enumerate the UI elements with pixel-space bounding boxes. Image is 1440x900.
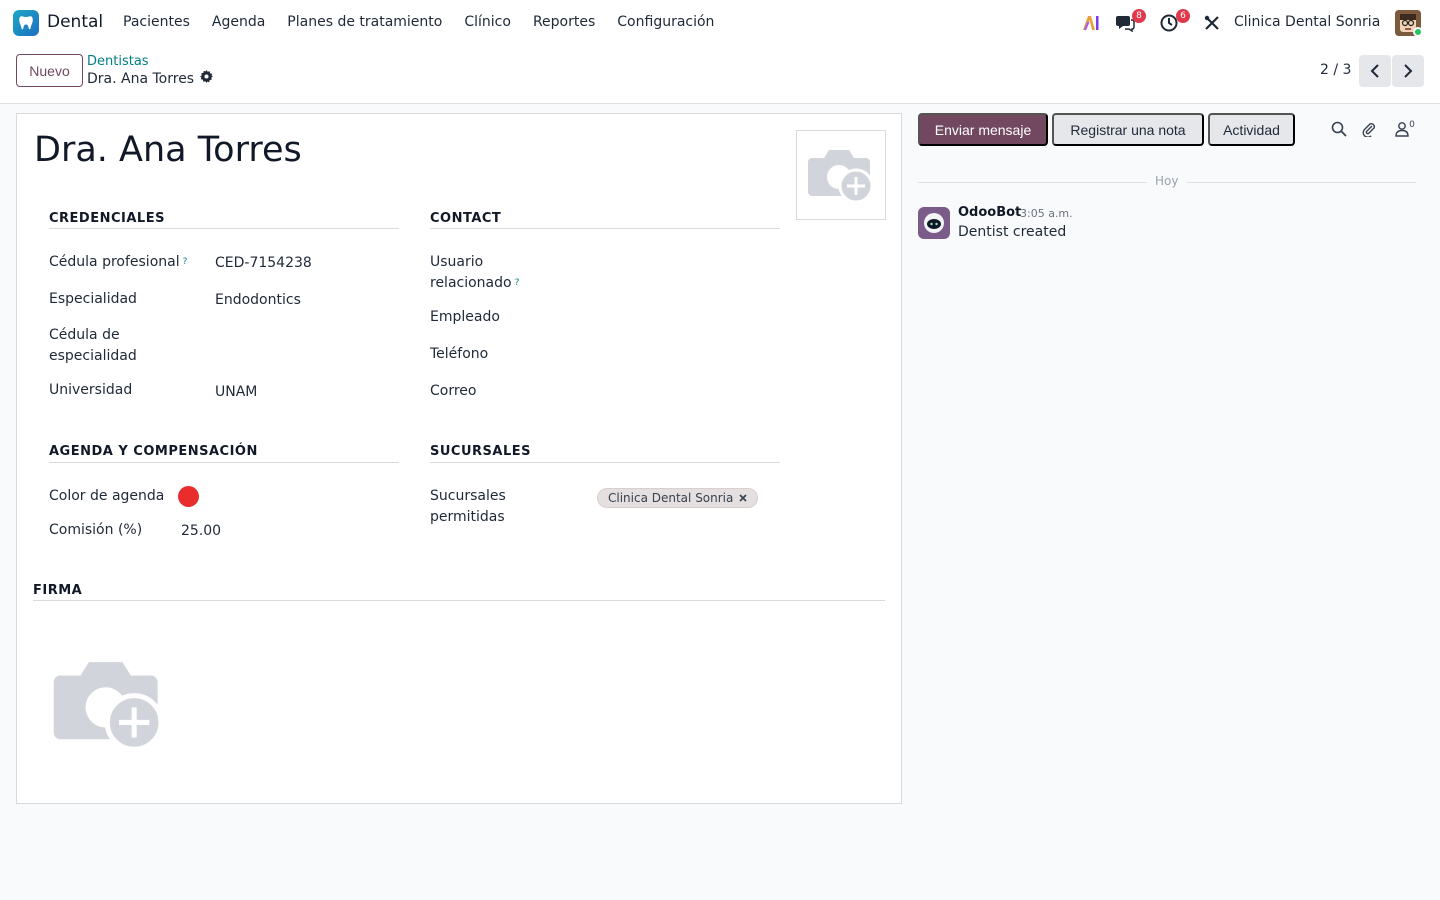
pager-value[interactable]: 2 / 3: [1320, 62, 1351, 78]
section-contact-title: CONTACT: [430, 211, 502, 226]
app-name[interactable]: Dental: [47, 12, 103, 32]
activities-icon[interactable]: 6: [1158, 9, 1190, 34]
menu-agenda[interactable]: Agenda: [212, 14, 265, 30]
chevron-right-icon: [1404, 64, 1413, 78]
especialidad-field[interactable]: Endodontics: [215, 292, 301, 308]
universidad-label: Universidad: [49, 382, 133, 398]
sucursales-label: Sucursales permitidas: [430, 488, 506, 525]
cedula-field[interactable]: CED-7154238: [215, 255, 312, 271]
breadcrumb-parent[interactable]: Dentistas: [87, 54, 149, 69]
message-time: 3:05 a.m.: [1020, 207, 1073, 220]
especialidad-label: Especialidad: [49, 291, 137, 307]
search-icon[interactable]: [1328, 118, 1350, 140]
camera-add-icon: [808, 150, 874, 204]
section-divider: [430, 228, 780, 229]
telefono-label: Teléfono: [430, 346, 489, 362]
ai-icon[interactable]: [1080, 12, 1102, 34]
camera-add-icon: [53, 662, 164, 752]
correo-label: Correo: [430, 383, 477, 399]
date-separator: Hoy: [1155, 174, 1179, 188]
control-panel: Nuevo Dentistas Dra. Ana Torres 2 / 3: [0, 46, 1440, 104]
empleado-label: Empleado: [430, 309, 500, 325]
signature-upload[interactable]: [50, 652, 168, 756]
cedula-especialidad-label: Cédula de especialidad: [49, 327, 137, 364]
log-note-button[interactable]: Registrar una nota: [1052, 113, 1204, 146]
activities-badge: 6: [1176, 9, 1190, 23]
sucursal-tag: Clinica Dental Sonria: [597, 488, 759, 508]
tools-icon[interactable]: [1201, 12, 1223, 34]
breadcrumb-current-label: Dra. Ana Torres: [87, 70, 195, 87]
section-divider: [49, 462, 399, 463]
message-author[interactable]: OdooBot: [958, 205, 1021, 220]
presence-status-icon: [1413, 27, 1423, 37]
section-divider: [49, 228, 399, 229]
empleado-field[interactable]: [597, 310, 777, 330]
company-switcher[interactable]: Clinica Dental Sonria: [1234, 14, 1380, 30]
menu-clinico[interactable]: Clínico: [464, 14, 511, 30]
section-sucursales-title: SUCURSALES: [430, 444, 531, 459]
followers-count: 0: [1409, 120, 1415, 130]
section-divider: [33, 600, 885, 601]
form-sheet: Dra. Ana Torres CREDENCIALES Cédula prof…: [16, 113, 902, 804]
record-title[interactable]: Dra. Ana Torres: [34, 130, 302, 170]
user-icon: [1395, 122, 1409, 137]
close-icon[interactable]: [739, 491, 747, 505]
paperclip-icon[interactable]: [1358, 118, 1380, 140]
section-firma-title: FIRMA: [33, 583, 83, 598]
section-agenda-title: AGENDA Y COMPENSACIÓN: [49, 444, 258, 459]
breadcrumb-current: Dra. Ana Torres: [87, 70, 214, 87]
universidad-field[interactable]: UNAM: [215, 384, 257, 400]
telefono-field[interactable]: [597, 347, 777, 367]
cedula-label: Cédula profesional?: [49, 254, 188, 270]
followers-button[interactable]: 0: [1390, 118, 1420, 140]
comision-label: Comisión (%): [49, 522, 143, 538]
sucursal-tag-label: Clinica Dental Sonria: [608, 491, 734, 505]
comision-field[interactable]: 25.00: [181, 523, 221, 539]
usuario-relacionado-label: Usuario relacionado?: [430, 254, 520, 291]
help-icon[interactable]: ?: [183, 257, 188, 267]
message-body: Dentist created: [958, 224, 1067, 240]
cedula-especialidad-field[interactable]: [215, 328, 385, 348]
top-navbar: Dental Pacientes Agenda Planes de tratam…: [0, 0, 1440, 46]
menu-reportes[interactable]: Reportes: [533, 14, 595, 30]
photo-upload[interactable]: [796, 130, 886, 220]
main-menu: Pacientes Agenda Planes de tratamiento C…: [123, 14, 736, 30]
odoobot-avatar[interactable]: [918, 207, 950, 239]
activity-button[interactable]: Actividad: [1208, 113, 1295, 146]
menu-planes-tratamiento[interactable]: Planes de tratamiento: [287, 14, 442, 30]
section-credenciales-title: CREDENCIALES: [49, 211, 165, 226]
correo-field[interactable]: [597, 384, 777, 404]
new-button[interactable]: Nuevo: [16, 54, 83, 87]
date-divider-line: [918, 182, 1147, 183]
send-message-button[interactable]: Enviar mensaje: [918, 113, 1048, 146]
date-divider-line: [1187, 182, 1416, 183]
pager-next-button[interactable]: [1392, 55, 1424, 87]
messages-icon[interactable]: 8: [1114, 9, 1146, 34]
gear-icon[interactable]: [200, 70, 214, 87]
usuario-relacionado-field[interactable]: [597, 255, 777, 275]
menu-pacientes[interactable]: Pacientes: [123, 14, 190, 30]
help-icon[interactable]: ?: [515, 278, 520, 288]
color-agenda-picker[interactable]: [178, 486, 199, 507]
app-logo-icon[interactable]: [13, 10, 39, 36]
color-agenda-label: Color de agenda: [49, 488, 165, 504]
chevron-left-icon: [1370, 64, 1379, 78]
section-divider: [430, 462, 780, 463]
pager-previous-button[interactable]: [1359, 55, 1391, 87]
messages-badge: 8: [1132, 9, 1146, 23]
menu-configuracion[interactable]: Configuración: [617, 14, 714, 30]
